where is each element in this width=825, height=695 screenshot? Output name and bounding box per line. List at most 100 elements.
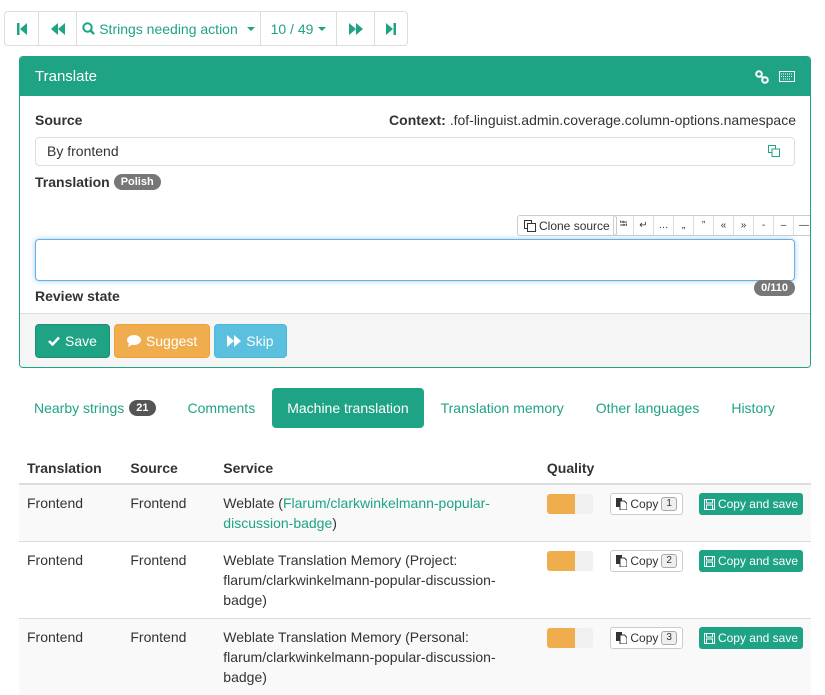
- previous-string-button[interactable]: [39, 12, 77, 45]
- tab-label: Machine translation: [287, 400, 408, 416]
- quality-bar: [547, 551, 593, 571]
- translation-textarea[interactable]: [35, 239, 795, 281]
- service-cell: Weblate Translation Memory (Personal: fl…: [215, 619, 539, 695]
- count-badge: 21: [129, 400, 155, 416]
- quality-bar-fill: [547, 628, 576, 648]
- shortcut-key: 3: [661, 631, 677, 645]
- save-icon: [704, 499, 715, 510]
- special-char-button[interactable]: ”: [694, 216, 714, 235]
- special-char-button[interactable]: »: [734, 216, 754, 235]
- special-char-button[interactable]: „: [674, 216, 694, 235]
- step-backward-icon: [17, 23, 27, 35]
- copy-and-save-button[interactable]: Copy and save: [699, 493, 803, 515]
- quality-cell: [539, 619, 602, 695]
- filter-dropdown[interactable]: Strings needing action: [77, 12, 261, 45]
- save-icon: [704, 556, 715, 567]
- special-char-button[interactable]: –: [774, 216, 794, 235]
- special-characters-toolbar: ⭾ ↵ … „ ” « » - – —: [613, 215, 811, 236]
- character-counter: 0/110: [754, 280, 795, 296]
- forward-icon: [349, 23, 363, 35]
- special-char-button[interactable]: …: [654, 216, 674, 235]
- column-header: Translation: [19, 452, 122, 484]
- next-string-button[interactable]: [337, 12, 375, 45]
- keyboard-icon[interactable]: [779, 71, 795, 82]
- search-icon: [82, 22, 95, 35]
- panel-header: Translate: [20, 57, 810, 96]
- tab-label: Other languages: [596, 400, 700, 416]
- translation-label: Translation: [35, 174, 110, 190]
- table-row: Frontend Frontend Weblate (Flarum/clarkw…: [19, 484, 811, 542]
- quality-bar: [547, 628, 593, 648]
- service-text: Weblate Translation Memory (Project: fla…: [223, 552, 495, 608]
- tab-translation-memory[interactable]: Translation memory: [426, 388, 579, 428]
- save-icon: [704, 633, 715, 644]
- special-char-button[interactable]: ↵: [634, 216, 654, 235]
- source-cell: Frontend: [122, 542, 215, 619]
- quality-bar-fill: [547, 494, 576, 514]
- copy-and-save-button[interactable]: Copy and save: [699, 550, 803, 572]
- column-header: Quality: [539, 452, 602, 484]
- tab-machine-translation[interactable]: Machine translation: [272, 388, 423, 428]
- translation-cell: Frontend: [19, 542, 122, 619]
- backward-icon: [51, 23, 65, 35]
- copy-cell: Copy2: [602, 542, 691, 619]
- source-cell: Frontend: [122, 619, 215, 695]
- copy-save-cell: Copy and save: [691, 542, 811, 619]
- column-header: Source: [122, 452, 215, 484]
- filter-label: Strings needing action: [99, 21, 238, 37]
- last-string-button[interactable]: [375, 12, 407, 45]
- tab-comments[interactable]: Comments: [173, 388, 271, 428]
- tab-history[interactable]: History: [716, 388, 790, 428]
- string-navigation: Strings needing action 10 / 49: [4, 11, 408, 46]
- suggest-label: Suggest: [146, 333, 197, 349]
- save-button[interactable]: Save: [35, 324, 110, 358]
- position-label: 10 / 49: [271, 21, 314, 37]
- copy-button[interactable]: Copy1: [610, 493, 683, 515]
- review-state-label: Review state: [35, 288, 120, 304]
- copy-save-cell: Copy and save: [691, 619, 811, 695]
- copy-icon[interactable]: [768, 145, 780, 157]
- clone-icon: [524, 220, 536, 232]
- service-text: Weblate Translation Memory (Personal: fl…: [223, 629, 495, 685]
- language-badge: Polish: [114, 174, 161, 190]
- forward-icon: [227, 335, 241, 347]
- special-char-button[interactable]: ⭾: [614, 216, 634, 235]
- copy-label: Copy: [630, 628, 658, 648]
- clipboard-icon: [616, 498, 627, 510]
- translate-panel: Translate Source Context: .fof-linguist.…: [19, 56, 811, 368]
- tab-nearby-strings[interactable]: Nearby strings 21: [19, 388, 171, 428]
- source-text: By frontend: [47, 143, 119, 159]
- column-header: Service: [215, 452, 539, 484]
- tab-label: Translation memory: [441, 400, 564, 416]
- clone-source-button[interactable]: Clone source: [517, 215, 617, 236]
- quality-bar-fill: [547, 551, 576, 571]
- skip-button[interactable]: Skip: [214, 324, 286, 358]
- tab-label: Nearby strings: [34, 400, 124, 416]
- source-cell: Frontend: [122, 484, 215, 542]
- source-text-box: By frontend: [35, 137, 795, 166]
- special-char-button[interactable]: «: [714, 216, 734, 235]
- first-string-button[interactable]: [5, 12, 39, 45]
- quality-bar: [547, 494, 593, 514]
- clipboard-icon: [616, 632, 627, 644]
- position-dropdown[interactable]: 10 / 49: [261, 12, 337, 45]
- caret-down-icon: [318, 27, 326, 31]
- special-char-button[interactable]: —: [794, 216, 811, 235]
- quality-cell: [539, 484, 602, 542]
- context-label: Context:: [389, 112, 446, 128]
- machine-translation-table: Translation Source Service Quality Front…: [19, 452, 811, 695]
- link-icon[interactable]: [755, 70, 769, 84]
- source-label: Source: [35, 112, 82, 128]
- caret-down-icon: [247, 27, 255, 31]
- copy-and-save-label: Copy and save: [718, 551, 798, 571]
- table-header-row: Translation Source Service Quality: [19, 452, 811, 484]
- table-row: Frontend Frontend Weblate Translation Me…: [19, 619, 811, 695]
- translation-label-row: Translation Polish: [35, 174, 161, 190]
- copy-button[interactable]: Copy2: [610, 550, 683, 572]
- suggest-button[interactable]: Suggest: [114, 324, 210, 358]
- special-char-button[interactable]: -: [754, 216, 774, 235]
- tab-other-languages[interactable]: Other languages: [581, 388, 715, 428]
- save-label: Save: [65, 333, 97, 349]
- quality-cell: [539, 542, 602, 619]
- copy-label: Copy: [630, 494, 658, 514]
